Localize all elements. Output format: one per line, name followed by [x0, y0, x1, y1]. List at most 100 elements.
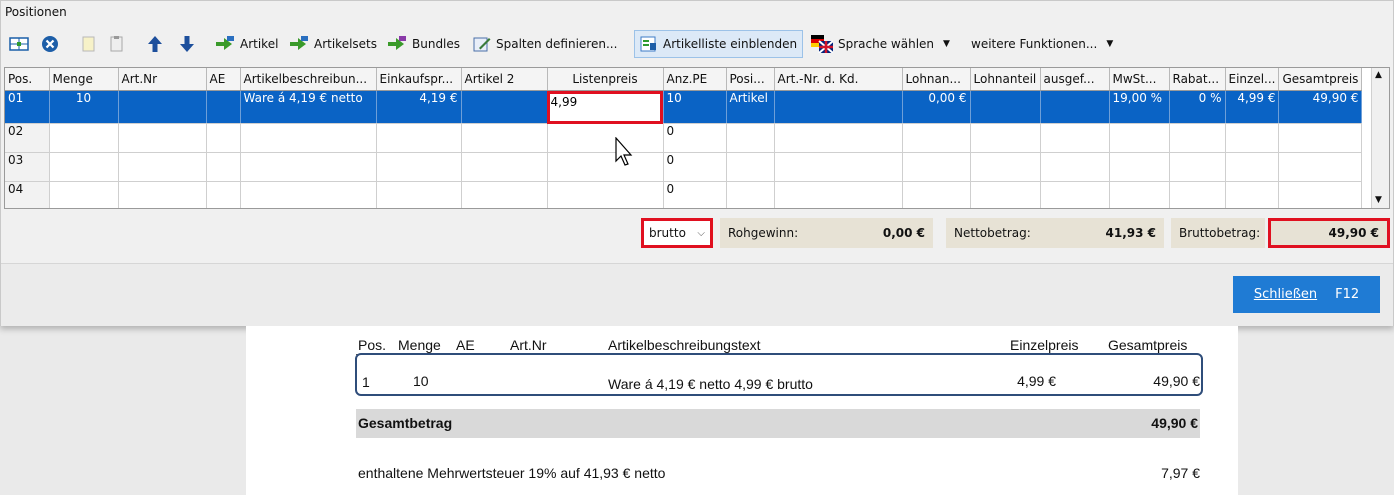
column-header-mwst[interactable]: MwSt...	[1109, 68, 1170, 91]
table-cell[interactable]	[1109, 123, 1170, 153]
column-header-menge[interactable]: Menge	[49, 68, 119, 91]
table-cell[interactable]	[206, 152, 241, 182]
table-cell[interactable]: 0	[663, 181, 727, 208]
table-cell[interactable]	[774, 181, 903, 208]
table-cell[interactable]	[1278, 181, 1363, 208]
column-header-artikel-2[interactable]: Artikel 2	[461, 68, 548, 91]
column-header-listenpreis[interactable]: Listenpreis	[547, 68, 664, 91]
table-cell[interactable]	[547, 181, 664, 208]
table-cell[interactable]	[902, 181, 971, 208]
copy-button[interactable]	[81, 31, 97, 57]
show-article-list-button[interactable]: Artikelliste einblenden	[634, 30, 804, 58]
table-cell[interactable]	[1040, 181, 1110, 208]
table-cell[interactable]	[774, 123, 903, 153]
table-cell[interactable]	[461, 123, 548, 153]
table-cell[interactable]	[49, 123, 119, 153]
table-cell[interactable]	[118, 181, 207, 208]
table-cell[interactable]	[461, 152, 548, 182]
delete-button[interactable]	[41, 31, 59, 57]
table-cell[interactable]	[206, 90, 241, 124]
table-row[interactable]: 01 10 Ware á 4,19 € netto 4,19 €4,99 10 Artik…	[5, 90, 1363, 124]
table-cell[interactable]	[970, 181, 1041, 208]
table-cell[interactable]	[726, 123, 775, 153]
table-cell[interactable]: 04	[5, 181, 50, 208]
table-cell[interactable]	[902, 152, 971, 182]
table-cell[interactable]	[902, 123, 971, 153]
table-cell[interactable]: Ware á 4,19 € netto	[240, 90, 377, 124]
listenpreis-edit-cell[interactable]: 4,99	[547, 90, 664, 124]
table-cell[interactable]	[376, 181, 462, 208]
scroll-up-icon[interactable]: ▲	[1375, 70, 1382, 80]
close-button[interactable]: Schließen F12	[1233, 276, 1380, 313]
column-header-ae[interactable]: AE	[206, 68, 241, 91]
column-header-anz-pe[interactable]: Anz.PE	[663, 68, 727, 91]
column-header-einkaufspr[interactable]: Einkaufspr...	[376, 68, 462, 91]
table-cell[interactable]	[461, 90, 548, 124]
table-cell[interactable]	[1225, 152, 1280, 182]
table-cell[interactable]: 0,00 €	[902, 90, 971, 124]
define-columns-button[interactable]: Spalten definieren...	[473, 31, 617, 57]
table-cell[interactable]	[461, 181, 548, 208]
table-cell[interactable]	[1040, 152, 1110, 182]
table-cell[interactable]: 4,19 €	[376, 90, 462, 124]
table-cell[interactable]	[726, 152, 775, 182]
table-cell[interactable]	[774, 152, 903, 182]
column-header-pos[interactable]: Pos.	[5, 68, 50, 91]
column-header-gesamtpreis[interactable]: Gesamtpreis	[1278, 68, 1363, 91]
table-cell[interactable]	[376, 123, 462, 153]
table-cell[interactable]: 19,00 %	[1109, 90, 1170, 124]
table-cell[interactable]	[118, 152, 207, 182]
move-up-button[interactable]	[147, 31, 163, 57]
table-cell[interactable]	[1040, 123, 1110, 153]
table-cell[interactable]	[49, 181, 119, 208]
table-row[interactable]: 02 0	[5, 123, 1363, 153]
column-header-art-nr[interactable]: Art.Nr	[118, 68, 207, 91]
table-cell[interactable]	[1169, 152, 1226, 182]
grid-scrollbar[interactable]: ▲ ▼	[1371, 68, 1389, 208]
table-cell[interactable]: 49,90 €	[1278, 90, 1363, 124]
table-cell[interactable]	[49, 152, 119, 182]
table-cell[interactable]	[970, 123, 1041, 153]
table-cell[interactable]	[547, 152, 664, 182]
column-header-lohnan[interactable]: Lohnan...	[902, 68, 971, 91]
table-cell[interactable]	[376, 152, 462, 182]
table-cell[interactable]	[206, 123, 241, 153]
table-cell[interactable]	[1225, 123, 1280, 153]
table-cell[interactable]	[970, 90, 1041, 124]
table-cell[interactable]: 0	[663, 123, 727, 153]
column-header-posi[interactable]: Posi...	[726, 68, 775, 91]
table-cell[interactable]: Artikel	[726, 90, 775, 124]
table-cell[interactable]	[774, 90, 903, 124]
column-header-einzel[interactable]: Einzel...	[1225, 68, 1280, 91]
add-artikelsets-button[interactable]: Artikelsets	[289, 31, 377, 57]
price-mode-select[interactable]: brutto ⌵	[641, 218, 713, 248]
scroll-down-icon[interactable]: ▼	[1375, 195, 1382, 205]
column-header-lohnanteil[interactable]: Lohnanteil	[970, 68, 1041, 91]
table-cell[interactable]	[1169, 181, 1226, 208]
insert-row-button[interactable]	[9, 31, 29, 57]
add-artikel-button[interactable]: Artikel	[215, 31, 278, 57]
table-cell[interactable]	[240, 152, 377, 182]
column-header-art-nr-d-kd[interactable]: Art.-Nr. d. Kd.	[774, 68, 903, 91]
table-cell[interactable]	[1278, 123, 1363, 153]
move-down-button[interactable]	[179, 31, 195, 57]
table-cell[interactable]	[726, 181, 775, 208]
table-cell[interactable]	[206, 181, 241, 208]
more-functions-dropdown[interactable]: weitere Funktionen... ▼	[971, 31, 1113, 57]
table-cell[interactable]: 02	[5, 123, 50, 153]
table-cell[interactable]	[1278, 152, 1363, 182]
table-cell[interactable]	[547, 123, 664, 153]
table-cell[interactable]: 03	[5, 152, 50, 182]
table-cell[interactable]	[970, 152, 1041, 182]
table-row[interactable]: 03 0	[5, 152, 1363, 182]
language-dropdown[interactable]: Sprache wählen ▼	[811, 31, 950, 57]
table-cell[interactable]	[1169, 123, 1226, 153]
column-header-artikelbeschreibun[interactable]: Artikelbeschreibun...	[240, 68, 377, 91]
paste-button[interactable]	[109, 31, 125, 57]
table-cell[interactable]	[118, 90, 207, 124]
table-row[interactable]: 04 0	[5, 181, 1363, 208]
table-cell[interactable]: 0	[663, 152, 727, 182]
table-cell[interactable]	[1109, 181, 1170, 208]
column-header-rabat[interactable]: Rabat...	[1169, 68, 1226, 91]
table-cell[interactable]	[1040, 90, 1110, 124]
